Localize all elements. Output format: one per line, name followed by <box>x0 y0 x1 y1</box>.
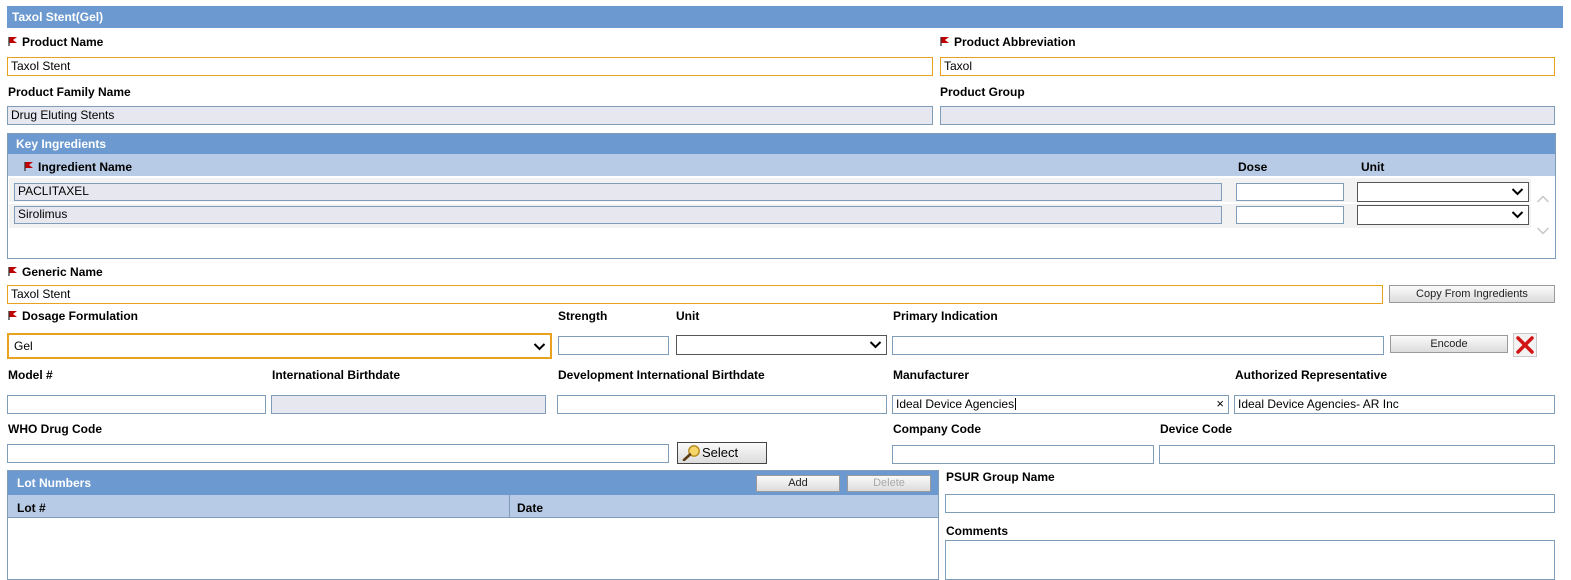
red-x-icon[interactable] <box>1513 333 1537 357</box>
device-code-label: Device Code <box>1160 422 1233 436</box>
red-flag-icon <box>8 37 17 46</box>
unit-dropdown[interactable] <box>676 335 887 355</box>
authorized-representative-input[interactable]: Ideal Device Agencies- AR Inc <box>1234 395 1555 414</box>
comments-textarea[interactable] <box>945 540 1555 580</box>
magnifier-icon <box>682 445 700 462</box>
psur-group-name-label: PSUR Group Name <box>946 470 1055 484</box>
form-title-bar: Taxol Stent(Gel) <box>7 6 1563 28</box>
product-family-name-label: Product Family Name <box>8 85 131 99</box>
red-flag-icon <box>8 267 17 276</box>
dosage-formulation-select[interactable]: Gel <box>7 333 552 359</box>
add-lot-button[interactable]: Add <box>756 475 840 492</box>
primary-indication-label: Primary Indication <box>893 309 998 323</box>
strength-input[interactable] <box>558 336 669 355</box>
product-name-label: Product Name <box>8 35 103 49</box>
unit-select[interactable] <box>1357 205 1529 225</box>
select-button[interactable]: Select <box>677 442 767 464</box>
product-group-field <box>940 106 1555 125</box>
clear-icon[interactable]: × <box>1216 397 1224 410</box>
copy-from-ingredients-button[interactable]: Copy From Ingredients <box>1389 285 1555 303</box>
dosage-formulation-label: Dosage Formulation <box>8 309 138 323</box>
ingredients-scrollbar[interactable] <box>1533 178 1553 256</box>
form-title: Taxol Stent(Gel) <box>12 10 104 24</box>
red-flag-icon <box>8 311 17 320</box>
scroll-up-icon[interactable] <box>1536 194 1550 204</box>
delete-lot-button[interactable]: Delete <box>847 475 931 492</box>
dose-column: Dose <box>1238 160 1268 174</box>
unit-select[interactable] <box>1357 182 1529 202</box>
chevron-down-icon <box>1511 211 1524 219</box>
ingredient-name-cell: PACLITAXEL <box>14 183 1222 201</box>
strength-label: Strength <box>558 309 608 323</box>
company-code-label: Company Code <box>893 422 982 436</box>
encode-button[interactable]: Encode <box>1390 335 1508 353</box>
lot-numbers-column-header <box>8 495 938 518</box>
dose-input[interactable] <box>1236 183 1344 201</box>
who-drug-code-input[interactable] <box>7 444 669 463</box>
product-family-name-field: Drug Eluting Stents <box>7 106 933 125</box>
dose-input[interactable] <box>1236 206 1344 224</box>
ingredient-name-cell: Sirolimus <box>14 206 1222 224</box>
development-international-birthdate-input[interactable] <box>557 395 887 414</box>
generic-name-field[interactable]: Taxol Stent <box>7 285 1383 304</box>
key-ingredients-column-header <box>8 154 1555 176</box>
product-abbreviation-label: Product Abbreviation <box>940 35 1076 49</box>
generic-name-label: Generic Name <box>8 265 103 279</box>
lot-number-column: Lot # <box>17 501 46 515</box>
device-code-input[interactable] <box>1159 445 1555 464</box>
manufacturer-label: Manufacturer <box>893 368 970 382</box>
unit-label: Unit <box>676 309 700 323</box>
key-ingredients-header: Key Ingredients <box>8 134 1555 154</box>
unit-column: Unit <box>1361 160 1385 174</box>
company-code-input[interactable] <box>892 445 1154 464</box>
ingredient-name-column: Ingredient Name <box>24 160 132 174</box>
chevron-down-icon <box>1511 188 1524 196</box>
international-birthdate-field <box>271 395 546 414</box>
who-drug-code-label: WHO Drug Code <box>8 422 102 436</box>
model-number-label: Model # <box>8 368 53 382</box>
text-cursor <box>1015 398 1017 410</box>
chevron-down-icon <box>869 341 882 349</box>
model-number-input[interactable] <box>7 395 266 414</box>
manufacturer-input[interactable]: Ideal Device Agencies × <box>892 395 1229 414</box>
red-flag-icon <box>24 162 33 171</box>
product-group-label: Product Group <box>940 85 1025 99</box>
comments-label: Comments <box>946 524 1009 538</box>
primary-indication-input[interactable] <box>892 336 1384 355</box>
authorized-representative-label: Authorized Representative <box>1235 368 1388 382</box>
psur-group-name-input[interactable] <box>945 494 1555 513</box>
column-divider <box>509 495 510 518</box>
red-flag-icon <box>940 37 949 46</box>
product-name-field[interactable]: Taxol Stent <box>7 57 933 76</box>
international-birthdate-label: International Birthdate <box>272 368 401 382</box>
date-column: Date <box>517 501 544 515</box>
scroll-down-icon[interactable] <box>1536 226 1550 236</box>
product-abbreviation-field[interactable]: Taxol <box>940 57 1555 76</box>
chevron-down-icon <box>533 343 546 351</box>
development-international-birthdate-label: Development International Birthdate <box>558 368 765 382</box>
